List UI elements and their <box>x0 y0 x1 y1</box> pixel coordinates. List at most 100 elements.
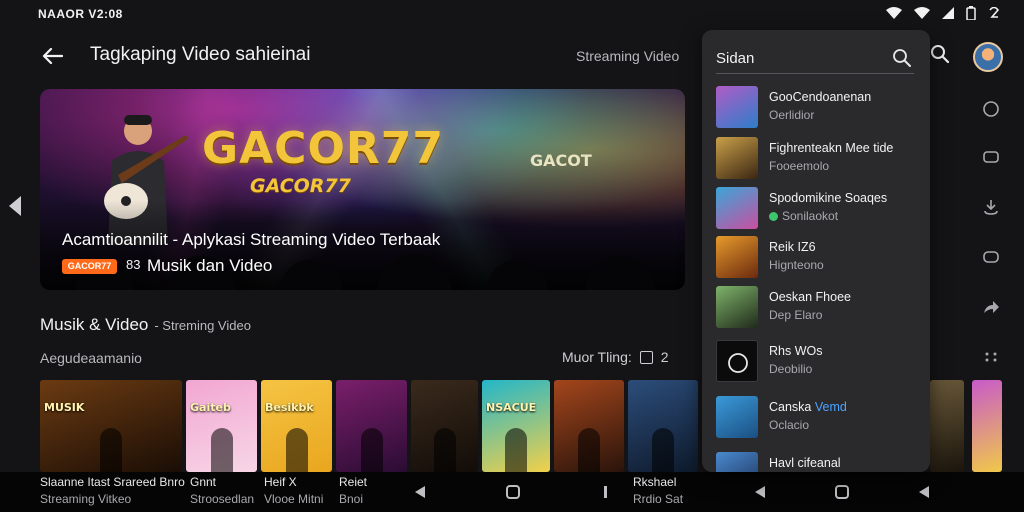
thumbnail-caption: Gaiteb <box>190 402 231 414</box>
search-field <box>716 44 914 74</box>
result-title: Reik IZ6 <box>769 240 816 254</box>
tile-caption-title: Slaanne Itast Srareed Bnro <box>40 475 185 489</box>
hero-badge-sep: 83 <box>126 257 141 272</box>
thumbnail-caption: MUSIK <box>44 402 85 414</box>
result-subtitle: Sonilaokot <box>769 209 838 223</box>
section-title-suffix: - Streming Video <box>154 318 251 333</box>
nav-recents-icon[interactable] <box>598 484 614 500</box>
back-arrow-icon[interactable] <box>38 42 66 70</box>
side-video-thumbnail[interactable] <box>972 380 1002 472</box>
result-title-highlight: Vemd <box>814 400 847 414</box>
search-icon[interactable] <box>930 44 952 66</box>
search-result-item[interactable]: Fighrenteakn Mee tide Fooeemolo <box>716 137 922 181</box>
search-result-item[interactable]: GooCendoanenan Oerlidior <box>716 86 922 130</box>
video-thumbnail[interactable]: MUSIK <box>40 380 182 472</box>
section-title: Musik & Video - Streming Video <box>40 315 251 335</box>
carousel-prev-icon[interactable] <box>7 194 25 220</box>
hero-brand-small: GACOR77 <box>250 175 351 197</box>
tile-caption-title: Reiet <box>339 475 368 489</box>
result-title: Havl cifeanal <box>769 456 841 470</box>
search-result-item[interactable]: Oeskan Fhoee Dep Elaro <box>716 286 922 330</box>
video-thumbnail[interactable] <box>411 380 478 472</box>
video-thumbnail[interactable]: Gaiteb <box>186 380 257 472</box>
search-result-item[interactable]: Havl cifeanal <box>716 452 922 472</box>
comment-icon[interactable] <box>980 246 1002 268</box>
thumbnail-figure <box>505 428 527 472</box>
cast-icon[interactable] <box>980 146 1002 168</box>
thumbnail-figure <box>100 428 122 472</box>
video-thumbnail[interactable]: NSACUE <box>482 380 550 472</box>
thumbnail-figure <box>361 428 383 472</box>
nav-back-icon-3[interactable] <box>916 484 932 500</box>
thumbnail-caption: Besikbk <box>265 402 314 414</box>
search-input[interactable] <box>716 46 876 70</box>
row-more-button[interactable]: Muor Tling: 2 <box>562 349 669 365</box>
video-thumbnail[interactable]: Besikbk <box>261 380 332 472</box>
hero-headline: Acamtioannilit - Aplykasi Streaming Vide… <box>62 230 441 249</box>
result-subtitle: Oclacio <box>769 418 809 432</box>
app-bar: Tagkaping Video sahieinai Streaming Vide… <box>0 30 700 82</box>
tile-caption-subtitle: Bnoi <box>339 492 364 506</box>
video-row: MUSIK Gaiteb Besikbk NSACUE <box>40 380 700 472</box>
share-icon[interactable] <box>980 296 1002 318</box>
row-more-label: Muor Tling: <box>562 349 632 365</box>
section-title-text: Musik & Video <box>40 315 149 334</box>
signal-wifi-icon <box>914 6 930 22</box>
hero-subline: Musik dan Video <box>147 256 273 275</box>
tile-caption: Slaanne Itast Srareed Bnro Streaming Vitk… <box>40 474 185 508</box>
search-dropdown: GooCendoanenan Oerlidior Fighrenteakn Mee … <box>702 30 930 472</box>
result-subtitle: Oerlidior <box>769 108 814 122</box>
status-icons <box>886 5 1000 23</box>
thumbnail-figure <box>211 428 233 472</box>
side-video-thumbnail[interactable] <box>930 380 964 472</box>
result-subtitle: Fooeemolo <box>769 159 829 173</box>
avatar[interactable] <box>973 42 1003 72</box>
nav-back-icon[interactable] <box>412 484 428 500</box>
nav-home-icon[interactable] <box>505 484 521 500</box>
result-thumbnail <box>716 396 758 438</box>
status-time: NAAOR V2:08 <box>38 7 123 21</box>
result-thumbnail <box>716 137 758 179</box>
nav-back-icon-2[interactable] <box>752 484 768 500</box>
video-thumbnail[interactable] <box>628 380 698 472</box>
result-subtitle: Hignteono <box>769 258 824 272</box>
tile-caption-subtitle: Stroosedlan <box>190 492 255 506</box>
thumbnail-figure <box>578 428 600 472</box>
battery-icon <box>966 5 976 23</box>
search-result-item[interactable]: Reik IZ6 Hignteono <box>716 236 922 280</box>
wifi-icon <box>886 6 902 22</box>
hero-banner[interactable]: GACOR77 GACOR77 GACOT Acamtioannilit - A… <box>40 89 685 290</box>
row-label: Aegudeaamanio <box>40 350 142 366</box>
dropdown-search-icon[interactable] <box>892 48 912 68</box>
search-result-item[interactable]: Rhs WOs Deobilio <box>716 340 922 384</box>
more-icon[interactable] <box>980 346 1002 368</box>
result-thumbnail <box>716 187 758 229</box>
tile-caption-subtitle: Rrdio Sat <box>633 492 684 506</box>
result-title: Oeskan Fhoee <box>769 290 851 304</box>
video-thumbnail[interactable] <box>336 380 407 472</box>
page-subtitle: Streaming Video <box>576 48 680 64</box>
search-result-item[interactable]: Spodomikine Soaqes Sonilaokot <box>716 187 922 231</box>
tile-caption-subtitle: Vlooe Mitni <box>264 492 324 506</box>
download-icon[interactable] <box>980 196 1002 218</box>
result-title: Rhs WOs <box>769 344 823 358</box>
video-thumbnail[interactable] <box>554 380 624 472</box>
search-result-item[interactable]: Canska Vemd Oclacio <box>716 396 922 440</box>
signal-icon <box>942 6 954 22</box>
tile-caption: Gnnt Stroosedlan <box>190 474 254 508</box>
chat-icon[interactable] <box>980 98 1002 120</box>
hero-badge: GACOR77 <box>62 259 117 274</box>
result-subtitle-text: Dep Elaro <box>769 308 823 322</box>
result-thumbnail <box>716 286 758 328</box>
nav-home-icon-2[interactable] <box>834 484 850 500</box>
verified-icon <box>769 211 778 221</box>
notification-icon <box>988 6 1000 22</box>
result-subtitle: Deobilio <box>769 362 812 376</box>
tile-caption: Heif X Vlooe Mitni <box>264 474 323 508</box>
thumbnail-figure <box>652 428 674 472</box>
result-subtitle-text: Sonilaokot <box>782 209 839 223</box>
tile-caption-title: Gnnt <box>190 475 217 489</box>
result-thumbnail <box>716 452 758 472</box>
result-subtitle-text: Fooeemolo <box>769 159 830 173</box>
side-video-row <box>930 380 1002 472</box>
